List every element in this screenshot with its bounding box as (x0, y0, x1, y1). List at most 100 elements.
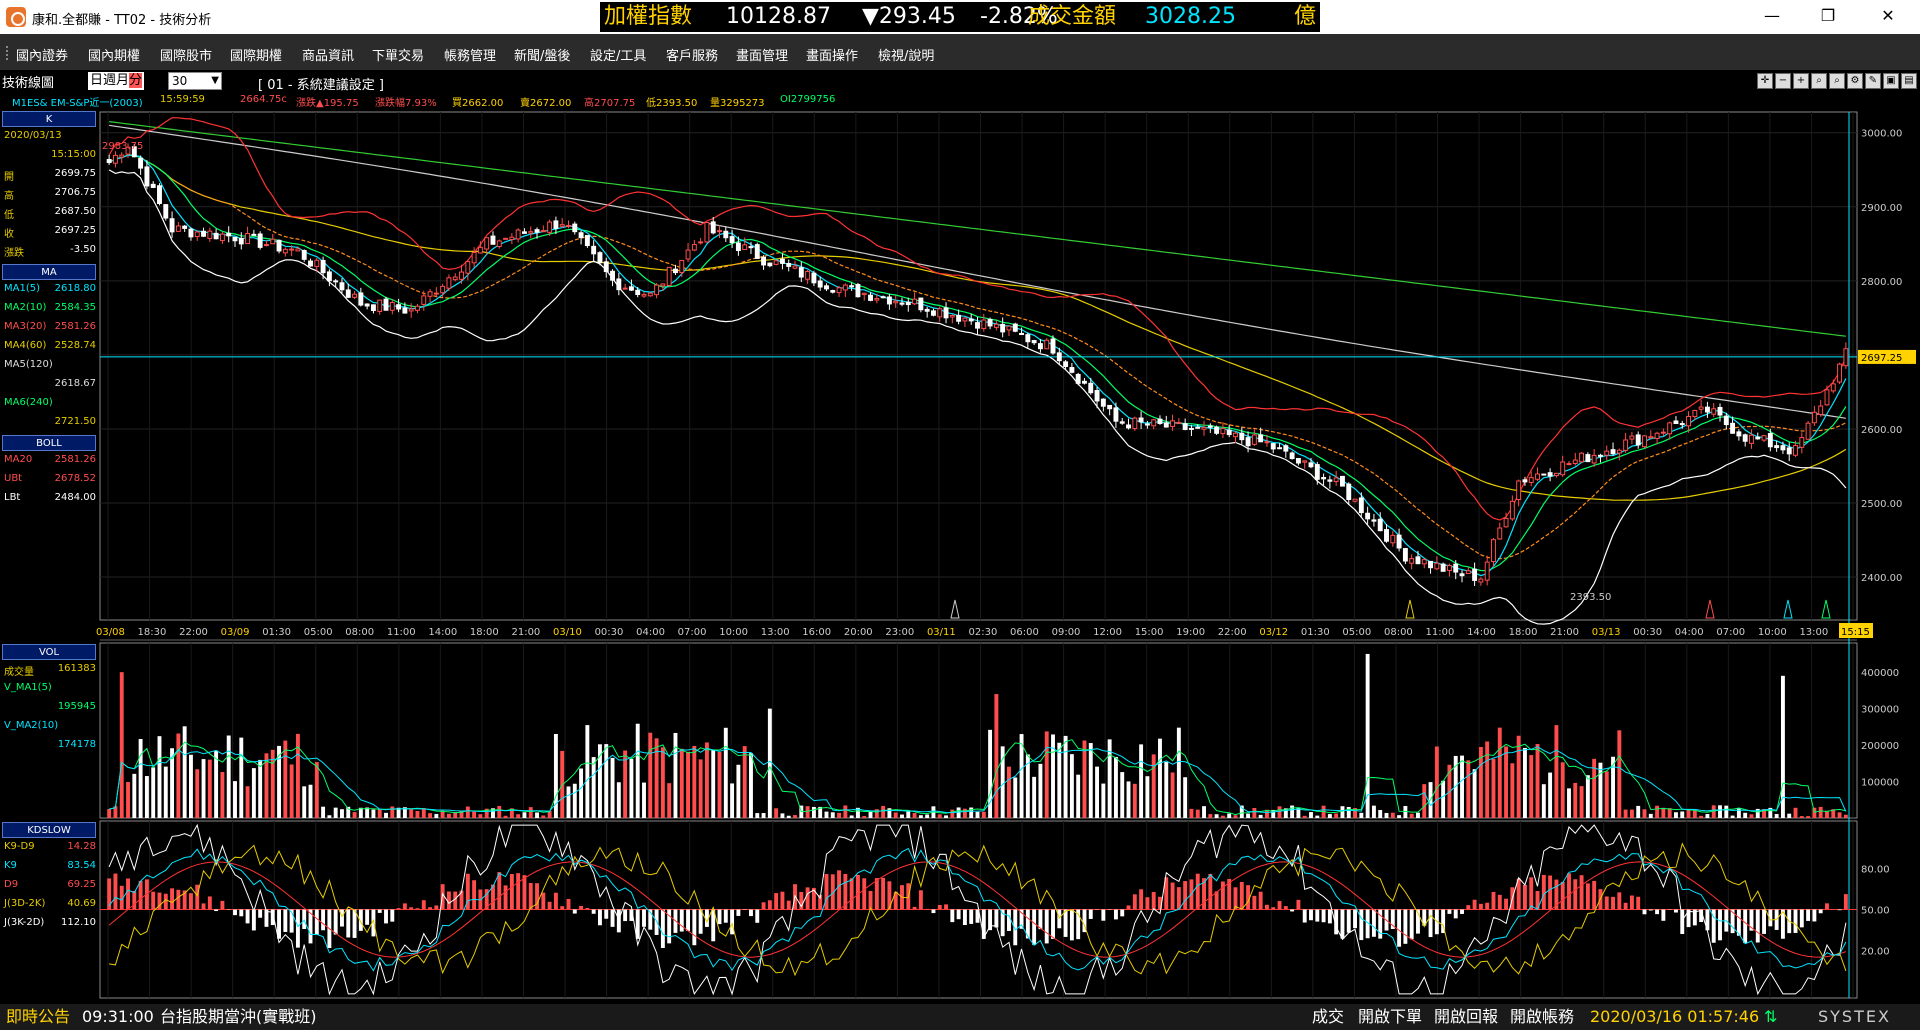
period-minute[interactable]: 分 (129, 73, 143, 88)
zoom-out-icon[interactable]: − (1775, 73, 1791, 89)
menu-item-5[interactable]: 下單交易 (372, 45, 424, 64)
search-icon[interactable]: ⌕ (1829, 73, 1845, 89)
kd-diff-bar (849, 878, 854, 910)
kd-diff-bar (1359, 909, 1364, 941)
kd-diff-bar (1195, 873, 1200, 910)
menu-item-6[interactable]: 帳務管理 (444, 45, 496, 64)
menu-item-1[interactable]: 國內期權 (88, 45, 140, 64)
menu-item-8[interactable]: 設定/工具 (590, 45, 646, 64)
period-month[interactable]: 月 (116, 73, 129, 88)
time-label-27: 22:00 (1218, 627, 1247, 638)
candle-body (1761, 435, 1767, 441)
menu-item-12[interactable]: 檢視/說明 (878, 45, 934, 64)
candle-body (918, 297, 924, 311)
time-label-12: 00:30 (595, 627, 624, 638)
kd-diff-bar (1208, 873, 1213, 910)
kd-diff-bar (453, 891, 458, 910)
candle-body (962, 317, 968, 322)
trade-button[interactable]: 成交 (1312, 1004, 1344, 1030)
interval-select[interactable]: 30 ▼ (168, 72, 222, 90)
volume-bar (893, 812, 898, 818)
candle-body (213, 232, 219, 240)
volume-bar (333, 807, 338, 818)
announce-label[interactable]: 即時公告 (6, 1004, 70, 1030)
candle-body (515, 229, 521, 240)
save-icon[interactable]: ▣ (1883, 73, 1899, 89)
crosshair-icon[interactable]: ✛ (1757, 73, 1773, 89)
volume-bar (780, 813, 785, 818)
volume-bar (1315, 815, 1320, 818)
kd-diff-bar (1812, 909, 1817, 922)
candle-body (559, 224, 565, 227)
candle-body (219, 233, 225, 242)
volume-bar (1460, 755, 1464, 818)
volume-bar (749, 753, 753, 818)
candle-body (1113, 407, 1119, 422)
volume-bar (138, 738, 143, 818)
kd-diff-bar (1038, 909, 1043, 930)
close-button[interactable]: ✕ (1868, 6, 1908, 25)
menu-item-3[interactable]: 國際期權 (230, 45, 282, 64)
candle-body (1031, 340, 1037, 344)
candle-body (886, 296, 892, 305)
kd-diff-bar (604, 909, 609, 919)
kd-diff-bar (1529, 877, 1534, 910)
interval-value: 30 (172, 74, 188, 88)
open-account-button[interactable]: 開啟帳務 (1510, 1004, 1574, 1030)
settings-icon[interactable]: ⚙ (1847, 73, 1863, 89)
volume-bar (956, 807, 961, 818)
kd-diff-bar (365, 909, 370, 925)
open-order-button[interactable]: 開啟下單 (1358, 1004, 1422, 1030)
volume-bar (1189, 808, 1194, 818)
period-day[interactable]: 日 (90, 73, 103, 88)
kd-diff-bar (377, 909, 382, 913)
candle-body (1044, 339, 1050, 350)
open-report-button[interactable]: 開啟回報 (1434, 1004, 1498, 1030)
menu-item-0[interactable]: 國內證券 (16, 45, 68, 64)
menu-item-4[interactable]: 商品資訊 (302, 45, 354, 64)
magnifier-icon[interactable]: ⌕ (1811, 73, 1827, 89)
volume-bar (1145, 776, 1150, 818)
candle-body (1214, 426, 1220, 434)
edit-icon[interactable]: ✎ (1865, 73, 1881, 89)
zoom-in-icon[interactable]: + (1793, 73, 1809, 89)
candle-body (1201, 427, 1207, 430)
announce-message[interactable]: 台指股期當沖(實戰班) (160, 1004, 317, 1030)
menu-item-2[interactable]: 國際股市 (160, 45, 212, 64)
kd-diff-bar (610, 909, 615, 927)
volume-bar (648, 732, 653, 818)
candle-body (717, 230, 722, 233)
time-label-3: 03/09 (221, 627, 250, 638)
kd-diff-bar (862, 878, 867, 910)
minimize-button[interactable]: — (1752, 6, 1792, 25)
period-week[interactable]: 週 (103, 73, 116, 88)
technical-chart[interactable]: 3000.002900.002800.002700.002600.002500.… (0, 108, 1920, 1002)
menu-item-11[interactable]: 畫面操作 (806, 45, 858, 64)
price-tick-5: 2500.00 (1861, 499, 1902, 510)
candle-body (1755, 436, 1761, 440)
menu-item-9[interactable]: 客戶服務 (666, 45, 718, 64)
kd-diff-bar (390, 909, 395, 922)
kd-diff-bar (1183, 881, 1188, 910)
time-label-16: 13:00 (761, 627, 790, 638)
candle-body (150, 183, 156, 188)
print-icon[interactable]: ▤ (1901, 73, 1917, 89)
candle-body (1673, 420, 1679, 424)
candle-body (628, 286, 634, 291)
menu-item-10[interactable]: 畫面管理 (736, 45, 788, 64)
kd-diff-bar (1592, 880, 1597, 910)
volume-bar (302, 786, 307, 818)
candle-body (773, 260, 779, 265)
kd-diff-bar (962, 909, 967, 926)
candle-body (572, 223, 578, 233)
kd-diff-bar (1044, 909, 1049, 944)
system-setting-label[interactable]: [ 01 - 系統建議設定 ] (258, 74, 384, 93)
kd-diff-bar (1252, 895, 1257, 910)
candle-body (119, 154, 125, 158)
kd-diff-bar (1057, 909, 1062, 929)
volume-bar (390, 806, 395, 818)
maximize-button[interactable]: ❐ (1808, 6, 1848, 25)
volume-bar (1208, 814, 1213, 818)
candle-body (1572, 459, 1578, 464)
menu-item-7[interactable]: 新聞/盤後 (514, 45, 570, 64)
